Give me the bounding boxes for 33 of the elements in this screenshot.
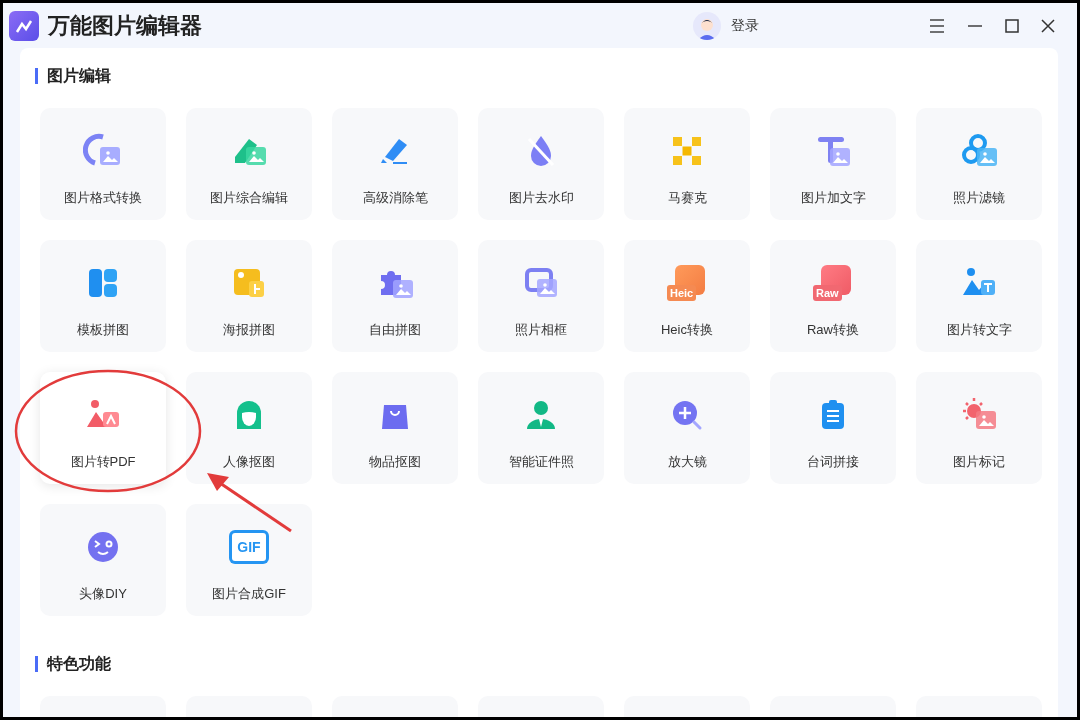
tool-tile[interactable]: 海报拼图 <box>186 240 312 352</box>
tool-tile[interactable]: 头像DIY <box>40 504 166 616</box>
tool-tile[interactable]: 马赛克 <box>624 108 750 220</box>
tool-tile[interactable]: 图片转文字 <box>916 240 1042 352</box>
tool-tile[interactable]: 台词拼接 <box>770 372 896 484</box>
menu-icon[interactable] <box>929 18 945 33</box>
tool-tile[interactable]: Raw Raw转换 <box>770 240 896 352</box>
tool-tile[interactable]: 图片加文字 <box>770 108 896 220</box>
tool-tile[interactable]: 图片去水印 <box>478 108 604 220</box>
section-title: 特色功能 <box>47 654 111 674</box>
tool-tile[interactable]: 照片滤镜 <box>916 108 1042 220</box>
tool-tile[interactable]: 图片转PDF <box>40 372 166 484</box>
gif-icon: GIF <box>229 530 269 564</box>
tool-tile[interactable]: 人像抠图 <box>186 372 312 484</box>
tool-tile[interactable]: 图片综合编辑 <box>186 108 312 220</box>
login-button[interactable]: 登录 <box>731 15 759 36</box>
app-title: 万能图片编辑器 <box>48 12 202 40</box>
tool-tile[interactable]: 高级消除笔 <box>332 108 458 220</box>
maximize-icon[interactable] <box>1005 18 1019 33</box>
tool-tile[interactable]: 照片相框 <box>478 240 604 352</box>
section-title: 图片编辑 <box>47 66 111 86</box>
tool-tile[interactable]: Heic Heic转换 <box>624 240 750 352</box>
tool-tile[interactable]: 放大镜 <box>624 372 750 484</box>
tool-tile[interactable]: 图片标记 <box>916 372 1042 484</box>
tool-tile[interactable]: 图片格式转换 <box>40 108 166 220</box>
tool-tile[interactable]: 物品抠图 <box>332 372 458 484</box>
tool-tile[interactable]: 模板拼图 <box>40 240 166 352</box>
app-logo-icon <box>9 10 39 41</box>
tool-tile[interactable]: GIF 图片合成GIF <box>186 504 312 616</box>
avatar-icon[interactable] <box>693 11 721 40</box>
tool-tile[interactable]: 自由拼图 <box>332 240 458 352</box>
close-icon[interactable] <box>1041 18 1055 33</box>
tool-tile[interactable]: 智能证件照 <box>478 372 604 484</box>
